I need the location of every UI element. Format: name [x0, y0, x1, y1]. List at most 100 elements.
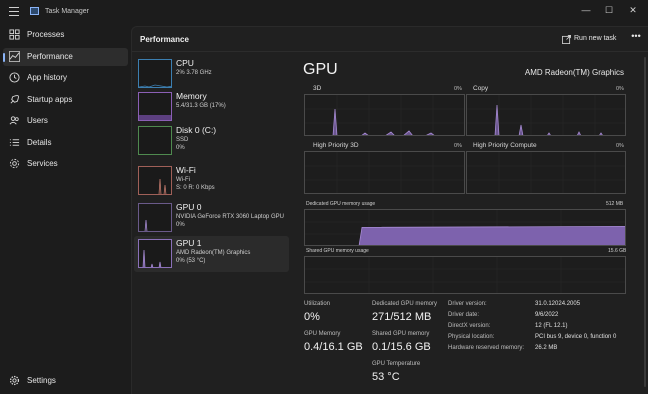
resource-detail: 5.4/31.3 GB (17%) [176, 103, 226, 109]
graph-percent-3d: 0% [454, 86, 462, 92]
cpu-thumbnail-graph [138, 59, 172, 88]
sidebar-item-details[interactable]: Details [3, 134, 128, 152]
run-task-icon [562, 35, 571, 44]
resource-detail: SSD [176, 137, 189, 143]
task-manager-app-icon [30, 7, 39, 15]
run-new-task-label: Run new task [574, 35, 617, 42]
resource-item-wifi[interactable]: Wi-Fi Wi-Fi S: 0 R: 0 Kbps [134, 163, 289, 199]
minimize-button[interactable]: — [577, 3, 595, 17]
resource-item-memory[interactable]: Memory 5.4/31.3 GB (17%) [134, 89, 289, 125]
resource-detail: AMD Radeon(TM) Graphics [176, 250, 251, 256]
info-value: 9/6/2022 [535, 312, 559, 318]
sidebar-item-label: Users [27, 116, 48, 125]
resource-name: GPU 0 [176, 202, 202, 212]
resource-name: CPU [176, 58, 194, 68]
sidebar-item-label: Processes [27, 30, 65, 39]
users-icon [9, 116, 19, 125]
resource-detail: 0% [176, 222, 185, 228]
info-label: Physical location: [448, 334, 495, 340]
resource-detail: S: 0 R: 0 Kbps [176, 185, 215, 191]
resource-name: Wi-Fi [176, 165, 196, 175]
page-title: Performance [140, 35, 189, 44]
hamburger-menu-icon[interactable] [9, 7, 19, 17]
stat-label-temperature: GPU Temperature [372, 361, 421, 367]
stat-label-dedicated-memory: Dedicated GPU memory [372, 301, 438, 307]
sidebar-item-label: Settings [27, 376, 56, 385]
startup-icon [10, 95, 19, 104]
sidebar-item-label: App history [27, 73, 68, 82]
info-label: Driver version: [448, 301, 487, 307]
graph-percent-copy: 0% [616, 86, 624, 92]
sidebar-item-services[interactable]: Services [3, 155, 128, 173]
info-value: 12 (FL 12.1) [535, 323, 568, 329]
close-button[interactable]: ✕ [624, 3, 642, 17]
resource-name: Memory [176, 91, 207, 101]
info-label: Driver date: [448, 312, 480, 318]
stat-label-gpu-memory: GPU Memory [304, 331, 341, 337]
gpu-model-name: AMD Radeon(TM) Graphics [524, 68, 624, 77]
graph-high-priority-3d [304, 151, 465, 194]
wifi-thumbnail-graph [138, 166, 172, 195]
sidebar-item-label: Startup apps [27, 95, 73, 104]
graph-dedicated-gpu-memory [304, 209, 626, 246]
stat-value-utilization: 0% [304, 311, 320, 323]
history-icon [9, 72, 20, 83]
graph-label-shared-memory: Shared GPU memory usage [306, 248, 369, 254]
stat-value-dedicated-memory: 271/512 MB [372, 311, 432, 323]
sidebar-item-label: Services [27, 159, 58, 168]
resource-detail: Wi-Fi [176, 177, 190, 183]
resource-detail: NVIDIA GeForce RTX 3060 Laptop GPU [176, 214, 284, 220]
stat-value-gpu-memory: 0.4/16.1 GB [304, 341, 363, 353]
graph-label-hp3d: High Priority 3D [313, 142, 359, 149]
graph-label-copy: Copy [473, 85, 489, 92]
resource-name: GPU 1 [176, 238, 202, 248]
dedicated-memory-area [358, 225, 625, 245]
resource-item-disk[interactable]: Disk 0 (C:) SSD 0% [134, 123, 289, 159]
title-bar: Task Manager — ☐ ✕ [0, 0, 648, 26]
window-title: Task Manager [45, 8, 89, 15]
resource-detail: 0% [176, 145, 185, 151]
sidebar-item-label: Performance [27, 52, 73, 61]
info-label: DirectX version: [448, 323, 491, 329]
stat-value-shared-memory: 0.1/15.6 GB [372, 341, 431, 353]
more-options-icon[interactable]: ••• [630, 31, 642, 43]
header-divider [132, 51, 648, 52]
resource-item-gpu1[interactable]: GPU 1 AMD Radeon(TM) Graphics 0% (53 °C) [134, 236, 289, 272]
run-new-task-button[interactable]: Run new task [560, 33, 626, 47]
maximize-button[interactable]: ☐ [600, 3, 618, 17]
info-value: 26.2 MB [535, 345, 558, 351]
sidebar-item-startup-apps[interactable]: Startup apps [3, 91, 128, 109]
resource-detail: 0% (53 °C) [176, 258, 206, 264]
stat-label-utilization: Utilization [304, 301, 331, 307]
graph-copy [466, 94, 626, 136]
graph-max-dedicated-memory: 512 MB [606, 201, 624, 207]
stat-value-temperature: 53 °C [372, 371, 400, 383]
sidebar-item-label: Details [27, 138, 52, 147]
graph-3d [304, 94, 465, 136]
memory-thumbnail-graph [138, 92, 172, 121]
sidebar-item-performance[interactable]: Performance [3, 48, 128, 66]
graph-label-3d: 3D [313, 85, 322, 92]
gpu0-thumbnail-graph [138, 203, 172, 232]
graph-label-hp-compute: High Priority Compute [473, 142, 537, 149]
resource-detail: 2% 3.78 GHz [176, 70, 212, 76]
graph-label-dedicated-memory: Dedicated GPU memory usage [306, 201, 376, 207]
sidebar-item-app-history[interactable]: App history [3, 69, 128, 87]
disk-thumbnail-graph [138, 126, 172, 155]
graph-percent-hp-compute: 0% [616, 143, 624, 149]
resource-item-gpu0[interactable]: GPU 0 NVIDIA GeForce RTX 3060 Laptop GPU… [134, 200, 289, 236]
performance-icon [9, 51, 20, 62]
graph-percent-hp3d: 0% [454, 143, 462, 149]
graph-shared-gpu-memory [304, 256, 626, 294]
graph-max-shared-memory: 15.6 GB [608, 248, 627, 254]
services-icon [9, 158, 20, 169]
sidebar-item-settings[interactable]: Settings [3, 372, 128, 390]
sidebar-item-processes[interactable]: Processes [3, 26, 128, 44]
stat-label-shared-memory: Shared GPU memory [372, 331, 430, 337]
info-value: 31.0.12024.2005 [535, 301, 581, 307]
scrollbar[interactable] [644, 57, 646, 387]
resource-item-cpu[interactable]: CPU 2% 3.78 GHz [134, 56, 289, 92]
detail-title: GPU [303, 61, 338, 78]
sidebar-item-users[interactable]: Users [3, 112, 128, 130]
gear-icon [9, 375, 20, 386]
